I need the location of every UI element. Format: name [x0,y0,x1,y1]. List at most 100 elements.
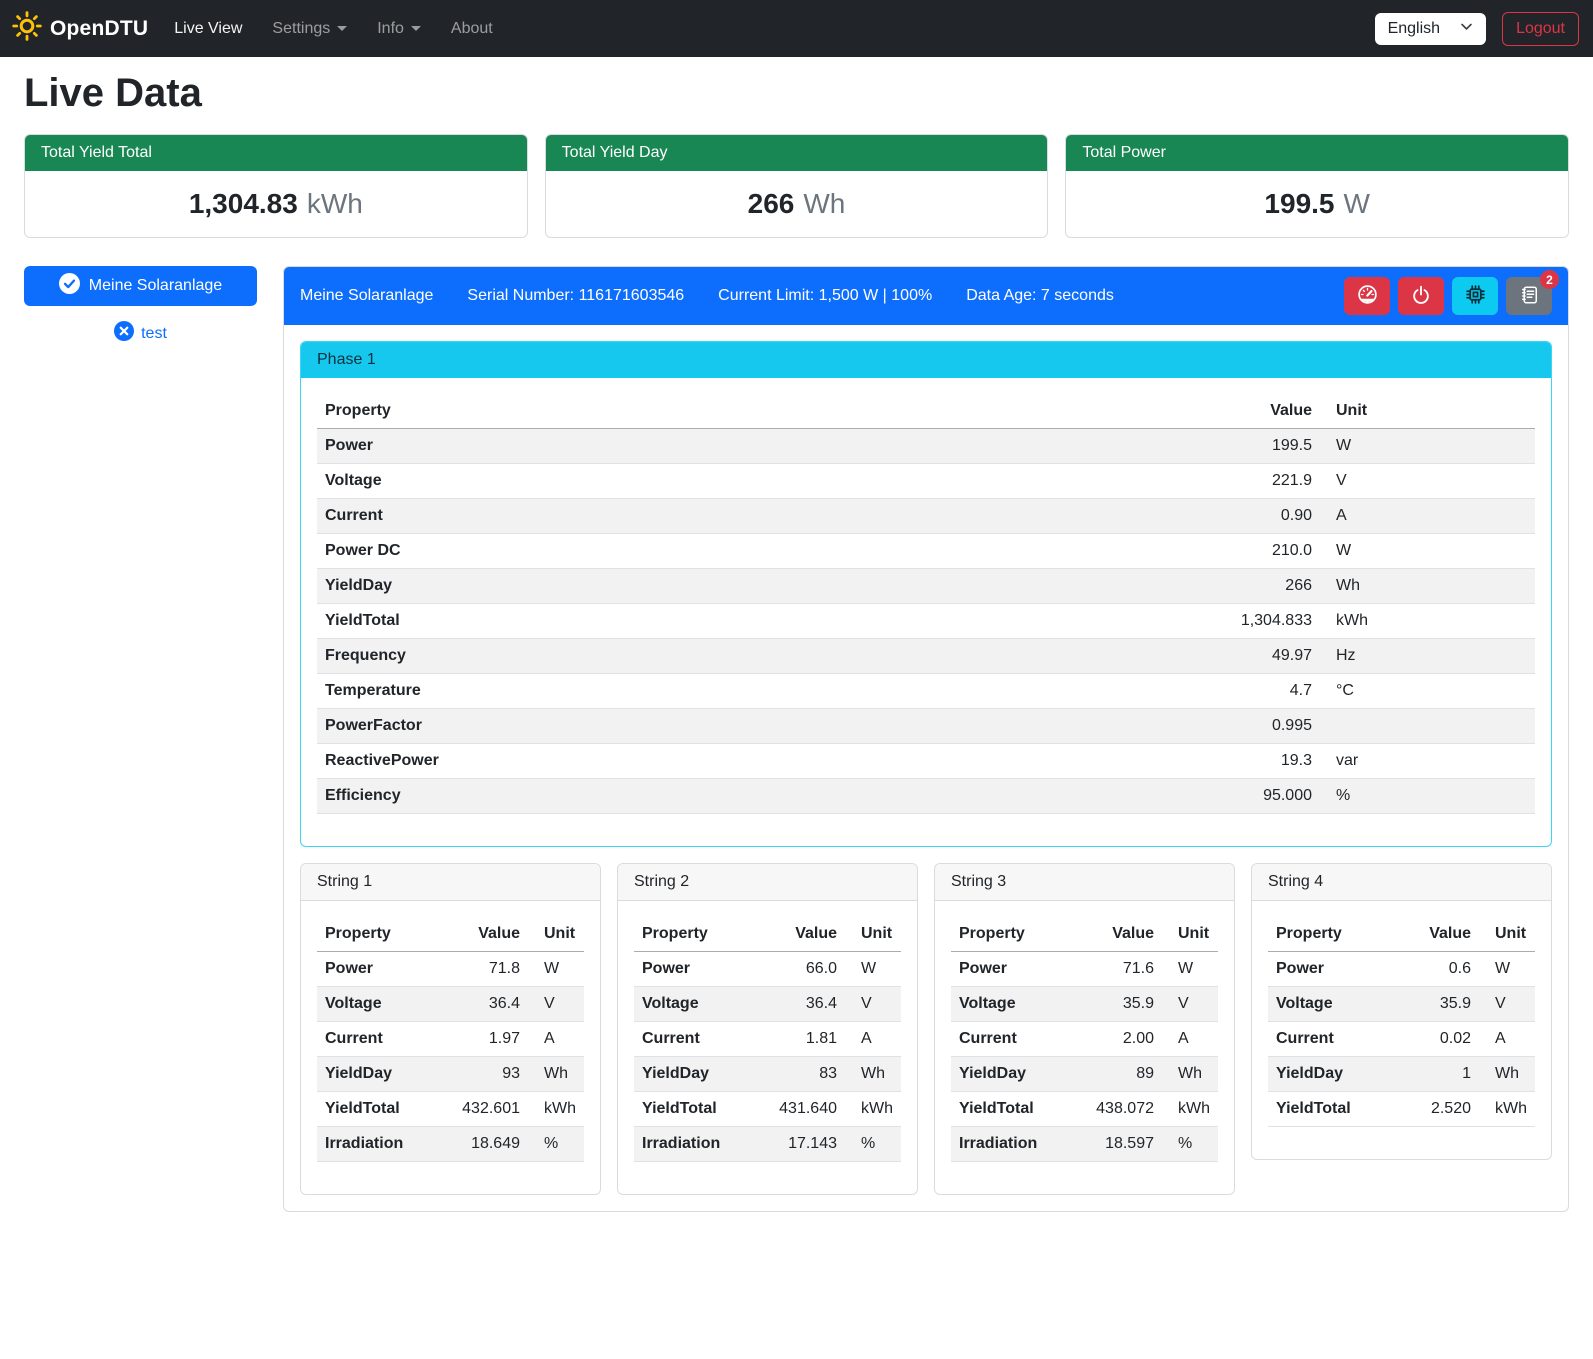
power-settings-button[interactable] [1398,277,1444,315]
table-row: Current0.90A [317,499,1535,534]
unit-cell: A [1320,499,1535,534]
sidebar-item-test[interactable]: test [24,321,257,346]
value-cell: 2.00 [1077,1022,1162,1057]
property-cell: Current [317,499,1200,534]
property-cell: Irradiation [951,1127,1077,1162]
value-cell: 71.8 [443,952,528,987]
sun-icon [12,11,42,46]
table-row: Power71.6W [951,952,1218,987]
unit-cell: W [845,952,901,987]
table-row: YieldTotal438.072kWh [951,1092,1218,1127]
unit-cell: A [845,1022,901,1057]
table-row: YieldTotal1,304.833kWh [317,604,1535,639]
table-row: Current0.02A [1268,1022,1535,1057]
brand[interactable]: OpenDTU [12,11,148,46]
card-title: Total Yield Day [546,135,1048,171]
unit-cell: Wh [528,1057,584,1092]
total-yield-day-value: 266 [748,188,795,219]
gauge-icon [1357,284,1378,308]
journal-icon [1519,285,1539,308]
unit-cell: W [1320,534,1535,569]
string-2-title: String 2 [618,864,917,901]
property-cell: Voltage [1268,987,1394,1022]
value-cell: 66.0 [760,952,845,987]
nav-item-live-view[interactable]: Live View [174,20,242,38]
property-cell: PowerFactor [317,709,1200,744]
unit-cell: kWh [845,1092,901,1127]
column-header-value: Value [443,917,528,952]
check-circle-icon [59,273,80,299]
string-2-table: PropertyValueUnitPower66.0WVoltage36.4VC… [634,917,901,1162]
language-select[interactable]: English [1375,13,1486,45]
table-row: Power66.0W [634,952,901,987]
value-cell: 432.601 [443,1092,528,1127]
property-cell: YieldTotal [1268,1092,1394,1127]
event-count-badge: 2 [1540,270,1559,289]
power-icon [1411,285,1431,308]
property-cell: Voltage [634,987,760,1022]
string-4-panel: String 4 PropertyValueUnitPower0.6WVolta… [1251,863,1552,1160]
table-row: Irradiation18.597% [951,1127,1218,1162]
table-row: YieldTotal431.640kWh [634,1092,901,1127]
unit-cell: V [1320,464,1535,499]
property-cell: Voltage [951,987,1077,1022]
caret-down-icon [337,26,347,31]
property-cell: Temperature [317,674,1200,709]
limit-settings-button[interactable] [1344,277,1390,315]
nav-item-info[interactable]: Info [377,20,421,38]
property-cell: YieldDay [317,1057,443,1092]
navbar: OpenDTU Live View Settings Info About En… [0,0,1593,57]
table-row: Voltage36.4V [317,987,584,1022]
unit-cell: Hz [1320,639,1535,674]
table-row: ReactivePower19.3var [317,744,1535,779]
table-row: YieldTotal2.520kWh [1268,1092,1535,1127]
unit-cell: kWh [1320,604,1535,639]
card-title: Total Power [1066,135,1568,171]
unit-cell: var [1320,744,1535,779]
value-cell: 36.4 [760,987,845,1022]
value-cell: 17.143 [760,1127,845,1162]
total-yield-total-unit: kWh [307,188,363,219]
property-cell: Current [951,1022,1077,1057]
property-cell: Power [634,952,760,987]
strings-row: String 1 PropertyValueUnitPower71.8WVolt… [300,863,1552,1195]
table-row: Power199.5W [317,429,1535,464]
table-row: YieldDay93Wh [317,1057,584,1092]
table-row: Frequency49.97Hz [317,639,1535,674]
value-cell: 19.3 [1200,744,1320,779]
property-cell: Irradiation [317,1127,443,1162]
value-cell: 1.81 [760,1022,845,1057]
value-cell: 1.97 [443,1022,528,1057]
unit-cell: W [528,952,584,987]
property-cell: Power [1268,952,1394,987]
unit-cell: V [528,987,584,1022]
sidebar-item-meine-solaranlage[interactable]: Meine Solaranlage [24,266,257,306]
unit-cell: °C [1320,674,1535,709]
table-row: Power71.8W [317,952,584,987]
unit-cell: W [1162,952,1218,987]
property-cell: Frequency [317,639,1200,674]
event-log-button[interactable]: 2 [1506,277,1552,315]
property-cell: Irradiation [634,1127,760,1162]
inverter-panel: Meine Solaranlage Serial Number: 1161716… [283,266,1569,1212]
device-info-button[interactable] [1452,277,1498,315]
value-cell: 35.9 [1077,987,1162,1022]
property-cell: Current [1268,1022,1394,1057]
unit-cell: % [528,1127,584,1162]
table-row: Temperature4.7°C [317,674,1535,709]
column-header-property: Property [317,394,1200,429]
unit-cell: kWh [528,1092,584,1127]
unit-cell: W [1479,952,1535,987]
property-cell: YieldDay [951,1057,1077,1092]
table-row: Power DC210.0W [317,534,1535,569]
nav-item-settings[interactable]: Settings [272,20,347,38]
value-cell: 431.640 [760,1092,845,1127]
logout-button[interactable]: Logout [1502,12,1579,46]
nav-item-about[interactable]: About [451,20,493,38]
value-cell: 35.9 [1394,987,1479,1022]
value-cell: 199.5 [1200,429,1320,464]
table-row: Voltage35.9V [951,987,1218,1022]
value-cell: 4.7 [1200,674,1320,709]
property-cell: YieldDay [1268,1057,1394,1092]
column-header-unit: Unit [1162,917,1218,952]
